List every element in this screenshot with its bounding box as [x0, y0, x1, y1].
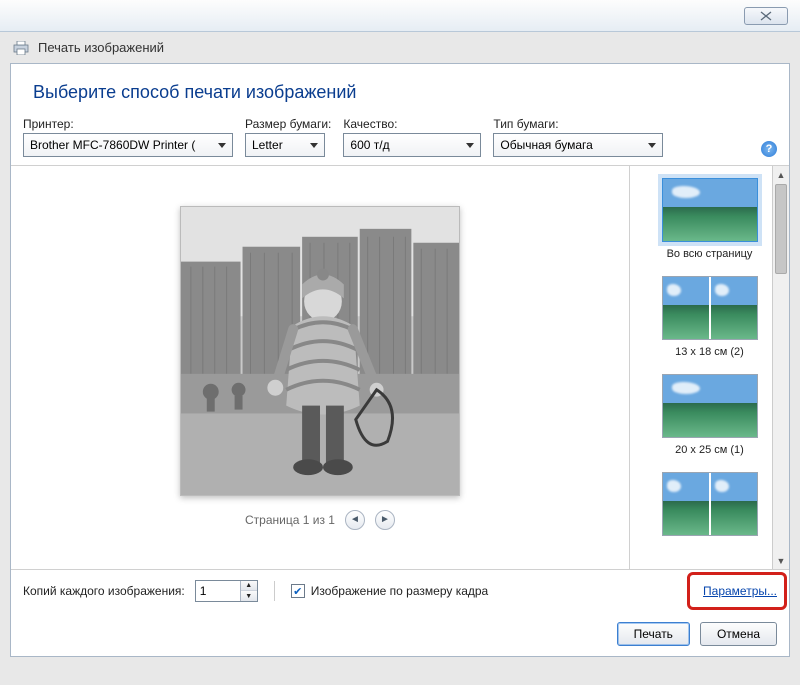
options-link[interactable]: Параметры... — [703, 584, 777, 598]
layout-20x25[interactable]: 20 x 25 см (1) — [634, 368, 785, 466]
layout-fullpage[interactable]: Во всю страницу — [634, 172, 785, 270]
prev-page-button[interactable]: ◄ — [345, 510, 365, 530]
page-indicator: Страница 1 из 1 ◄ ► — [245, 510, 395, 530]
layout-20x25-thumb — [662, 374, 758, 438]
layout-fullpage-label: Во всю страницу — [638, 248, 781, 260]
papertype-dropdown[interactable]: Обычная бумага — [493, 133, 663, 157]
layout-13x18-thumb — [662, 276, 758, 340]
footer-row: Печать Отмена — [11, 612, 789, 656]
printer-value: Brother MFC-7860DW Printer ( — [30, 138, 195, 152]
layout-20x25-label: 20 x 25 см (1) — [638, 444, 781, 456]
papertype-label: Тип бумаги: — [493, 117, 663, 131]
close-icon — [759, 11, 773, 21]
layout-scrollbar[interactable]: ▲ ▼ — [772, 166, 789, 569]
close-button[interactable] — [744, 7, 788, 25]
fit-label: Изображение по размеру кадра — [311, 584, 488, 598]
preview-pane: Страница 1 из 1 ◄ ► — [11, 166, 629, 569]
layout-13x18-label: 13 x 18 см (2) — [638, 346, 781, 358]
papersize-value: Letter — [252, 138, 283, 152]
layout-next-thumb — [662, 472, 758, 536]
fit-checkbox[interactable]: ✔ — [291, 584, 305, 598]
printer-label: Принтер: — [23, 117, 233, 131]
window-header: Печать изображений — [0, 32, 800, 63]
papertype-group: Тип бумаги: Обычная бумага — [493, 117, 663, 157]
fit-checkbox-row[interactable]: ✔ Изображение по размеру кадра — [291, 584, 488, 598]
layout-fullpage-thumb — [662, 178, 758, 242]
preview-image — [180, 206, 460, 496]
papertype-value: Обычная бумага — [500, 138, 592, 152]
papersize-group: Размер бумаги: Letter — [245, 117, 331, 157]
printer-icon — [12, 41, 30, 55]
window-title: Печать изображений — [38, 40, 164, 55]
papersize-label: Размер бумаги: — [245, 117, 331, 131]
divider — [274, 581, 275, 601]
quality-dropdown[interactable]: 600 т/д — [343, 133, 481, 157]
copies-down-button[interactable]: ▼ — [241, 591, 257, 601]
copies-up-button[interactable]: ▲ — [241, 581, 257, 591]
copies-spinner[interactable]: ▲ ▼ — [195, 580, 258, 602]
titlebar — [0, 0, 800, 32]
quality-group: Качество: 600 т/д — [343, 117, 481, 157]
dialog-heading: Выберите способ печати изображений — [11, 64, 789, 117]
next-page-button[interactable]: ► — [375, 510, 395, 530]
printer-group: Принтер: Brother MFC-7860DW Printer ( — [23, 117, 233, 157]
layout-pane[interactable]: Во всю страницу 13 x 18 см (2) 20 x 25 с… — [629, 166, 789, 569]
layout-13x18[interactable]: 13 x 18 см (2) — [634, 270, 785, 368]
page-label: Страница 1 из 1 — [245, 513, 335, 527]
help-icon[interactable]: ? — [761, 141, 777, 157]
copies-row: Копий каждого изображения: ▲ ▼ ✔ Изображ… — [11, 570, 789, 612]
controls-row: Принтер: Brother MFC-7860DW Printer ( Ра… — [11, 117, 789, 166]
scroll-up-icon[interactable]: ▲ — [773, 166, 789, 183]
dialog-frame: Выберите способ печати изображений Принт… — [10, 63, 790, 657]
quality-value: 600 т/д — [350, 138, 389, 152]
printer-dropdown[interactable]: Brother MFC-7860DW Printer ( — [23, 133, 233, 157]
layout-next[interactable] — [634, 466, 785, 552]
quality-label: Качество: — [343, 117, 481, 131]
copies-input[interactable] — [196, 581, 240, 601]
papersize-dropdown[interactable]: Letter — [245, 133, 325, 157]
body-row: Страница 1 из 1 ◄ ► Во всю страницу 13 x… — [11, 166, 789, 570]
scroll-down-icon[interactable]: ▼ — [773, 552, 789, 569]
copies-label: Копий каждого изображения: — [23, 584, 185, 598]
print-button[interactable]: Печать — [617, 622, 690, 646]
scroll-thumb[interactable] — [775, 184, 787, 274]
cancel-button[interactable]: Отмена — [700, 622, 777, 646]
